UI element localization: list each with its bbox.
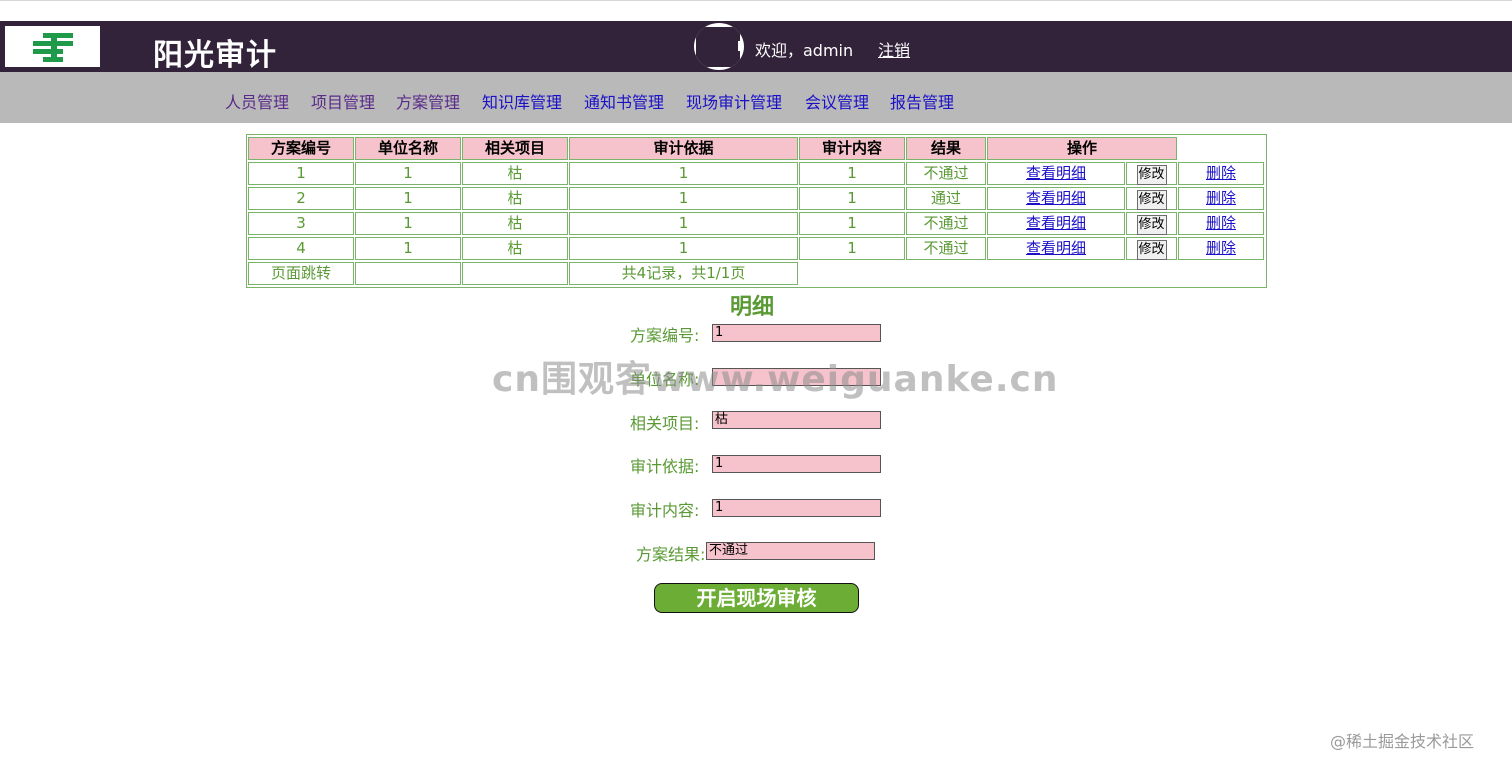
cell-project: 枯	[462, 212, 568, 235]
column-header-actions: 操作	[987, 137, 1177, 160]
cell-unit: 1	[355, 187, 461, 210]
nav-item-onsite-audit[interactable]: 现场审计管理	[686, 89, 782, 113]
edit-cell: 修改	[1126, 237, 1177, 260]
column-header-content: 审计内容	[799, 137, 905, 160]
cell-result: 不通过	[906, 237, 986, 260]
column-header-unit: 单位名称	[355, 137, 461, 160]
empty-cell	[462, 262, 568, 285]
content-field[interactable]: 1	[712, 499, 881, 517]
pagination-summary: 共4记录，共1/1页	[569, 262, 798, 285]
main-nav: 人员管理 项目管理 方案管理 知识库管理 通知书管理 现场审计管理 会议管理 报…	[0, 72, 1512, 123]
top-divider	[0, 0, 1512, 1]
cell-id: 3	[248, 212, 354, 235]
view-detail-link[interactable]: 查看明细	[1026, 189, 1086, 207]
view-detail-cell: 查看明细	[987, 187, 1125, 210]
cell-basis: 1	[569, 212, 798, 235]
site-header: 阳光审计 欢迎，admin 注销	[0, 21, 1512, 73]
field-label-project: 相关项目:	[630, 414, 700, 433]
detail-title: 明细	[730, 295, 775, 320]
delete-link[interactable]: 删除	[1206, 189, 1236, 207]
plans-table: 方案编号 单位名称 相关项目 审计依据 审计内容 结果 操作 1 1 枯 1 1…	[246, 134, 1267, 288]
cell-id: 1	[248, 162, 354, 185]
logout-link[interactable]: 注销	[878, 37, 910, 61]
cell-unit: 1	[355, 237, 461, 260]
site-title: 阳光审计	[153, 38, 277, 73]
page-jump-cell[interactable]: 页面跳转	[248, 262, 354, 285]
column-header-basis: 审计依据	[569, 137, 798, 160]
cell-result: 不通过	[906, 212, 986, 235]
view-detail-cell: 查看明细	[987, 212, 1125, 235]
basis-field[interactable]: 1	[712, 455, 881, 473]
edit-button[interactable]: 修改	[1136, 165, 1167, 185]
delete-cell: 删除	[1178, 162, 1264, 185]
edit-cell: 修改	[1126, 162, 1177, 185]
cell-result: 通过	[906, 187, 986, 210]
cell-id: 4	[248, 237, 354, 260]
view-detail-link[interactable]: 查看明细	[1026, 164, 1086, 182]
nav-item-projects[interactable]: 项目管理	[311, 89, 375, 113]
cell-basis: 1	[569, 162, 798, 185]
watermark: cn围观客www.weiguanke.cn	[492, 359, 1059, 400]
welcome-text: 欢迎，admin	[755, 41, 854, 60]
nav-item-plans[interactable]: 方案管理	[396, 89, 460, 113]
cell-basis: 1	[569, 187, 798, 210]
logo	[5, 26, 100, 67]
nav-item-notices[interactable]: 通知书管理	[584, 89, 664, 113]
delete-cell: 删除	[1178, 212, 1264, 235]
cell-basis: 1	[569, 237, 798, 260]
project-field[interactable]: 枯	[712, 411, 881, 429]
result-field[interactable]: 不通过	[706, 542, 875, 560]
cell-content: 1	[799, 212, 905, 235]
empty-cell	[355, 262, 461, 285]
delete-cell: 删除	[1178, 237, 1264, 260]
view-detail-cell: 查看明细	[987, 237, 1125, 260]
avatar	[694, 23, 744, 70]
field-label-basis: 审计依据:	[630, 457, 700, 476]
edit-button[interactable]: 修改	[1136, 215, 1167, 235]
nav-item-knowledge-base[interactable]: 知识库管理	[482, 89, 562, 113]
nav-item-reports[interactable]: 报告管理	[890, 89, 954, 113]
delete-link[interactable]: 删除	[1206, 239, 1236, 257]
start-onsite-audit-button[interactable]: 开启现场审核	[654, 583, 859, 613]
view-detail-link[interactable]: 查看明细	[1026, 214, 1086, 232]
postal-logo-icon	[32, 32, 73, 62]
edit-button[interactable]: 修改	[1136, 190, 1167, 210]
cell-unit: 1	[355, 162, 461, 185]
field-label-plan-id: 方案编号:	[630, 326, 700, 345]
cell-result: 不通过	[906, 162, 986, 185]
field-label-content: 审计内容:	[630, 501, 700, 520]
cell-unit: 1	[355, 212, 461, 235]
cell-content: 1	[799, 187, 905, 210]
nav-item-personnel[interactable]: 人员管理	[225, 89, 289, 113]
view-detail-cell: 查看明细	[987, 162, 1125, 185]
field-label-result: 方案结果:	[636, 545, 706, 564]
cell-project: 枯	[462, 162, 568, 185]
edit-cell: 修改	[1126, 187, 1177, 210]
footer-watermark: @稀土掘金技术社区	[1330, 732, 1475, 751]
plan-id-field[interactable]: 1	[712, 324, 881, 342]
cell-project: 枯	[462, 187, 568, 210]
cell-content: 1	[799, 237, 905, 260]
cell-project: 枯	[462, 237, 568, 260]
cell-content: 1	[799, 162, 905, 185]
column-header-id: 方案编号	[248, 137, 354, 160]
cell-id: 2	[248, 187, 354, 210]
column-header-result: 结果	[906, 137, 986, 160]
edit-cell: 修改	[1126, 212, 1177, 235]
delete-link[interactable]: 删除	[1206, 164, 1236, 182]
delete-link[interactable]: 删除	[1206, 214, 1236, 232]
edit-button[interactable]: 修改	[1136, 240, 1167, 260]
view-detail-link[interactable]: 查看明细	[1026, 239, 1086, 257]
nav-item-meetings[interactable]: 会议管理	[805, 89, 869, 113]
delete-cell: 删除	[1178, 187, 1264, 210]
column-header-project: 相关项目	[462, 137, 568, 160]
